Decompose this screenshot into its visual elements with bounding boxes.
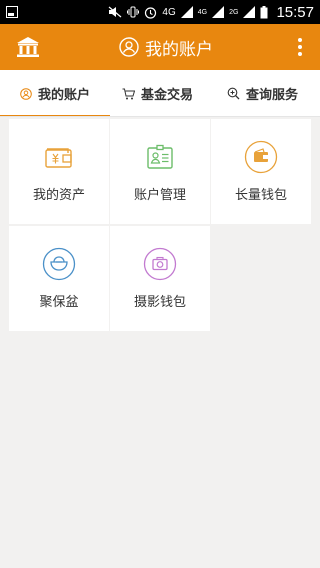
wallet-icon <box>45 148 72 168</box>
tab-divider <box>0 116 320 117</box>
app-bar: 我的账户 <box>0 24 320 70</box>
alarm-icon <box>145 6 157 19</box>
search-icon <box>227 87 240 100</box>
grid-item-label: 我的资产 <box>32 188 85 203</box>
clock: 15:57 <box>276 3 314 21</box>
mute-icon <box>109 6 122 18</box>
network-type-1: 4G <box>162 6 176 18</box>
vibrate-icon <box>127 6 140 18</box>
signal-icon-2 <box>212 6 225 18</box>
overflow-menu-button[interactable] <box>292 35 308 59</box>
purse-icon <box>244 140 278 174</box>
tab-fund-trading[interactable]: 基金交易 <box>110 70 205 117</box>
menu-dot-icon <box>298 38 302 42</box>
tab-bar: 我的账户 基金交易 查询服务 <box>0 70 320 117</box>
tab-label: 查询服务 <box>245 88 298 103</box>
grid-item-changliang-wallet[interactable]: 长量钱包 <box>211 119 311 224</box>
page-title: 我的账户 <box>145 39 213 60</box>
grid-item-label: 长量钱包 <box>234 188 287 203</box>
feature-grid: 我的资产 账户管理 长量钱包 聚保盆 摄影钱包 <box>9 119 311 331</box>
battery-icon <box>260 5 268 18</box>
tab-my-account[interactable]: 我的账户 <box>0 70 110 117</box>
app-title-group: 我的账户 <box>119 35 213 60</box>
notification-icon <box>6 6 18 18</box>
tab-label: 我的账户 <box>37 88 90 103</box>
signal-icon-3 <box>243 6 256 18</box>
status-left <box>6 6 18 18</box>
user-icon <box>119 37 139 57</box>
ingot-icon <box>42 247 76 281</box>
grid-item-my-assets[interactable]: 我的资产 <box>9 119 109 224</box>
menu-dot-icon <box>298 52 302 56</box>
cart-icon <box>122 88 135 99</box>
network-type-2: 4G <box>197 8 208 16</box>
menu-dot-icon <box>298 45 302 49</box>
grid-item-label: 账户管理 <box>133 188 186 203</box>
tab-query-service[interactable]: 查询服务 <box>205 70 320 117</box>
status-bar: 4G 4G 2G 15:57 <box>0 0 320 24</box>
grid-item-account-management[interactable]: 账户管理 <box>110 119 210 224</box>
status-right: 4G 4G 2G 15:57 <box>108 4 314 21</box>
camera-icon <box>143 247 177 281</box>
grid-item-photography-wallet[interactable]: 摄影钱包 <box>110 226 210 331</box>
grid-item-label: 聚保盆 <box>39 295 79 310</box>
grid-item-jubaopen[interactable]: 聚保盆 <box>9 226 109 331</box>
home-icon[interactable] <box>16 36 40 58</box>
signal-icon <box>180 6 193 18</box>
network-type-3: 2G <box>229 8 239 16</box>
id-card-icon <box>147 144 173 169</box>
tab-label: 基金交易 <box>140 88 193 103</box>
user-icon <box>20 87 32 100</box>
grid-item-label: 摄影钱包 <box>133 295 186 310</box>
